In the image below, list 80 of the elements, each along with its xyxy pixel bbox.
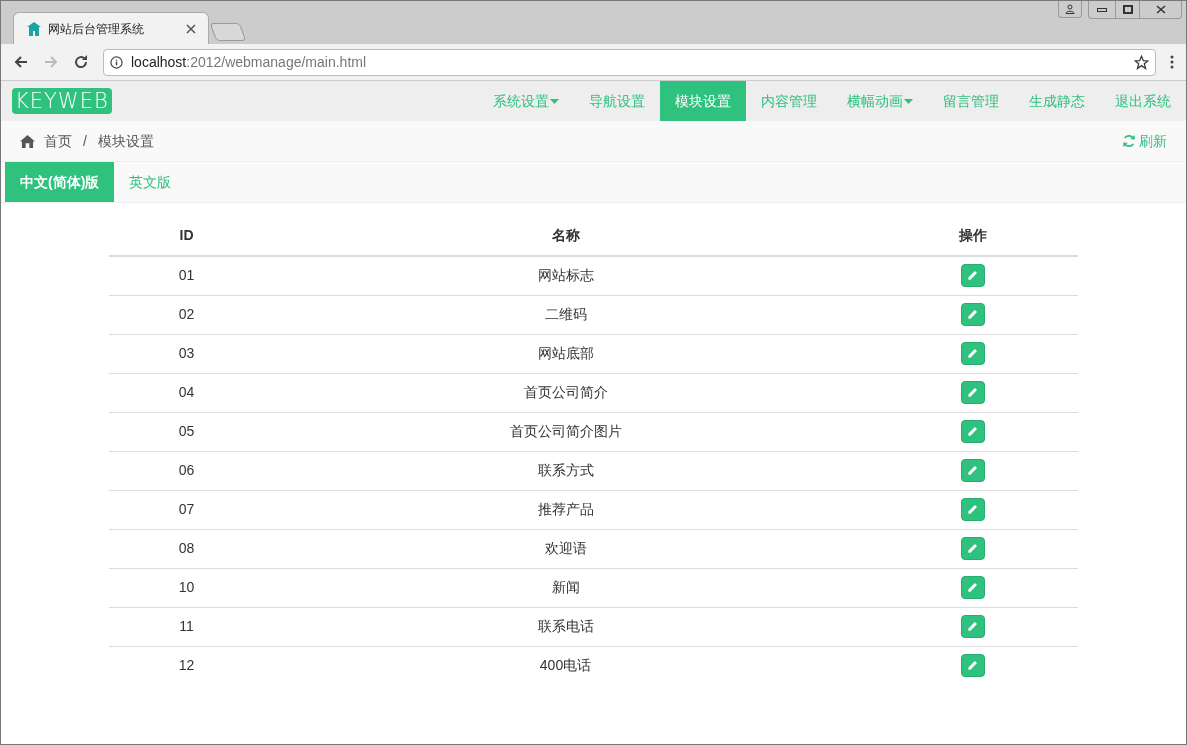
edit-button[interactable]	[960, 264, 985, 288]
nav-item[interactable]: 生成静态	[1014, 81, 1100, 121]
table-cell: 欢迎语	[264, 529, 867, 568]
table-cell: 首页公司简介图片	[264, 412, 867, 451]
reload-icon[interactable]	[73, 54, 89, 70]
user-icon	[1065, 4, 1075, 14]
table-cell: 01	[109, 256, 264, 295]
edit-button[interactable]	[960, 498, 985, 521]
pencil-icon	[967, 660, 978, 672]
nav-item[interactable]: 留言管理	[928, 81, 1014, 121]
nav-item[interactable]: 系统设置	[478, 81, 574, 121]
language-tab[interactable]: 中文(简体)版	[5, 162, 115, 202]
table-cell: 推荐产品	[264, 490, 867, 529]
pencil-icon	[967, 621, 978, 632]
pencil-icon	[967, 504, 978, 515]
edit-button[interactable]	[960, 537, 985, 560]
breadcrumb-separator: /	[83, 131, 87, 151]
pencil-icon	[967, 465, 978, 476]
table-cell: 08	[109, 529, 264, 568]
table-cell: 03	[109, 334, 264, 373]
info-icon[interactable]	[110, 55, 123, 69]
pencil-icon	[967, 426, 978, 437]
edit-button[interactable]	[960, 420, 985, 443]
nav-item[interactable]: 横幅动画	[832, 81, 928, 121]
edit-button[interactable]	[960, 459, 985, 482]
edit-button[interactable]	[960, 342, 985, 365]
breadcrumb-item: 模块设置	[97, 131, 154, 151]
table-cell: 二维码	[264, 295, 867, 334]
user-button[interactable]	[1058, 1, 1082, 18]
pencil-icon	[967, 387, 978, 398]
column-header: 操作	[867, 216, 1078, 256]
table-cell: 联系方式	[264, 451, 867, 490]
edit-button[interactable]	[960, 576, 985, 599]
refresh-button[interactable]: 刷新	[1122, 130, 1167, 152]
table-cell: 网站底部	[264, 334, 867, 373]
pencil-icon	[967, 348, 978, 359]
column-header: ID	[109, 216, 264, 256]
menu-icon[interactable]	[1170, 55, 1174, 69]
pencil-icon	[967, 309, 978, 320]
browser-tab[interactable]: 网站后台管理系统	[13, 12, 209, 44]
nav-item[interactable]: 导航设置	[574, 81, 660, 121]
logo[interactable]: KEYWEB	[12, 88, 112, 114]
edit-button[interactable]	[960, 615, 985, 638]
forward-icon[interactable]	[43, 54, 59, 70]
nav-item[interactable]: 退出系统	[1100, 81, 1186, 121]
close-icon[interactable]	[186, 23, 196, 34]
table-cell: 网站标志	[264, 256, 867, 295]
table-cell: 04	[109, 373, 264, 412]
url-text: localhost:2012/webmanage/main.html	[131, 52, 368, 72]
home-icon	[20, 134, 35, 148]
nav-item[interactable]: 模块设置	[660, 81, 746, 121]
star-icon[interactable]	[1134, 54, 1149, 70]
site-icon	[26, 20, 42, 37]
back-icon[interactable]	[13, 54, 29, 70]
table-cell: 新闻	[264, 568, 867, 607]
new-tab-button[interactable]	[209, 23, 247, 41]
close-icon	[1155, 5, 1166, 14]
nav-item[interactable]: 内容管理	[746, 81, 832, 121]
table-cell: 07	[109, 490, 264, 529]
table-cell: 02	[109, 295, 264, 334]
column-header: 名称	[264, 216, 867, 256]
breadcrumb-item[interactable]: 首页	[44, 130, 72, 152]
table-cell: 联系电话	[264, 607, 867, 646]
table-cell: 10	[109, 568, 264, 607]
table-cell: 06	[109, 451, 264, 490]
pencil-icon	[967, 582, 978, 593]
table-cell: 12	[109, 646, 264, 685]
table-cell: 400电话	[264, 646, 867, 685]
edit-button[interactable]	[960, 381, 985, 404]
edit-button[interactable]	[960, 303, 985, 326]
table-cell: 05	[109, 412, 264, 451]
table-cell: 11	[109, 607, 264, 646]
pencil-icon	[967, 543, 978, 554]
table-cell: 首页公司简介	[264, 373, 867, 412]
edit-button[interactable]	[960, 654, 985, 678]
refresh-icon	[1122, 134, 1136, 148]
language-tab[interactable]: 英文版	[114, 162, 187, 202]
address-field[interactable]: localhost:2012/webmanage/main.html	[103, 48, 1156, 76]
pencil-icon	[967, 270, 978, 282]
tab-title: 网站后台管理系统	[48, 20, 145, 38]
